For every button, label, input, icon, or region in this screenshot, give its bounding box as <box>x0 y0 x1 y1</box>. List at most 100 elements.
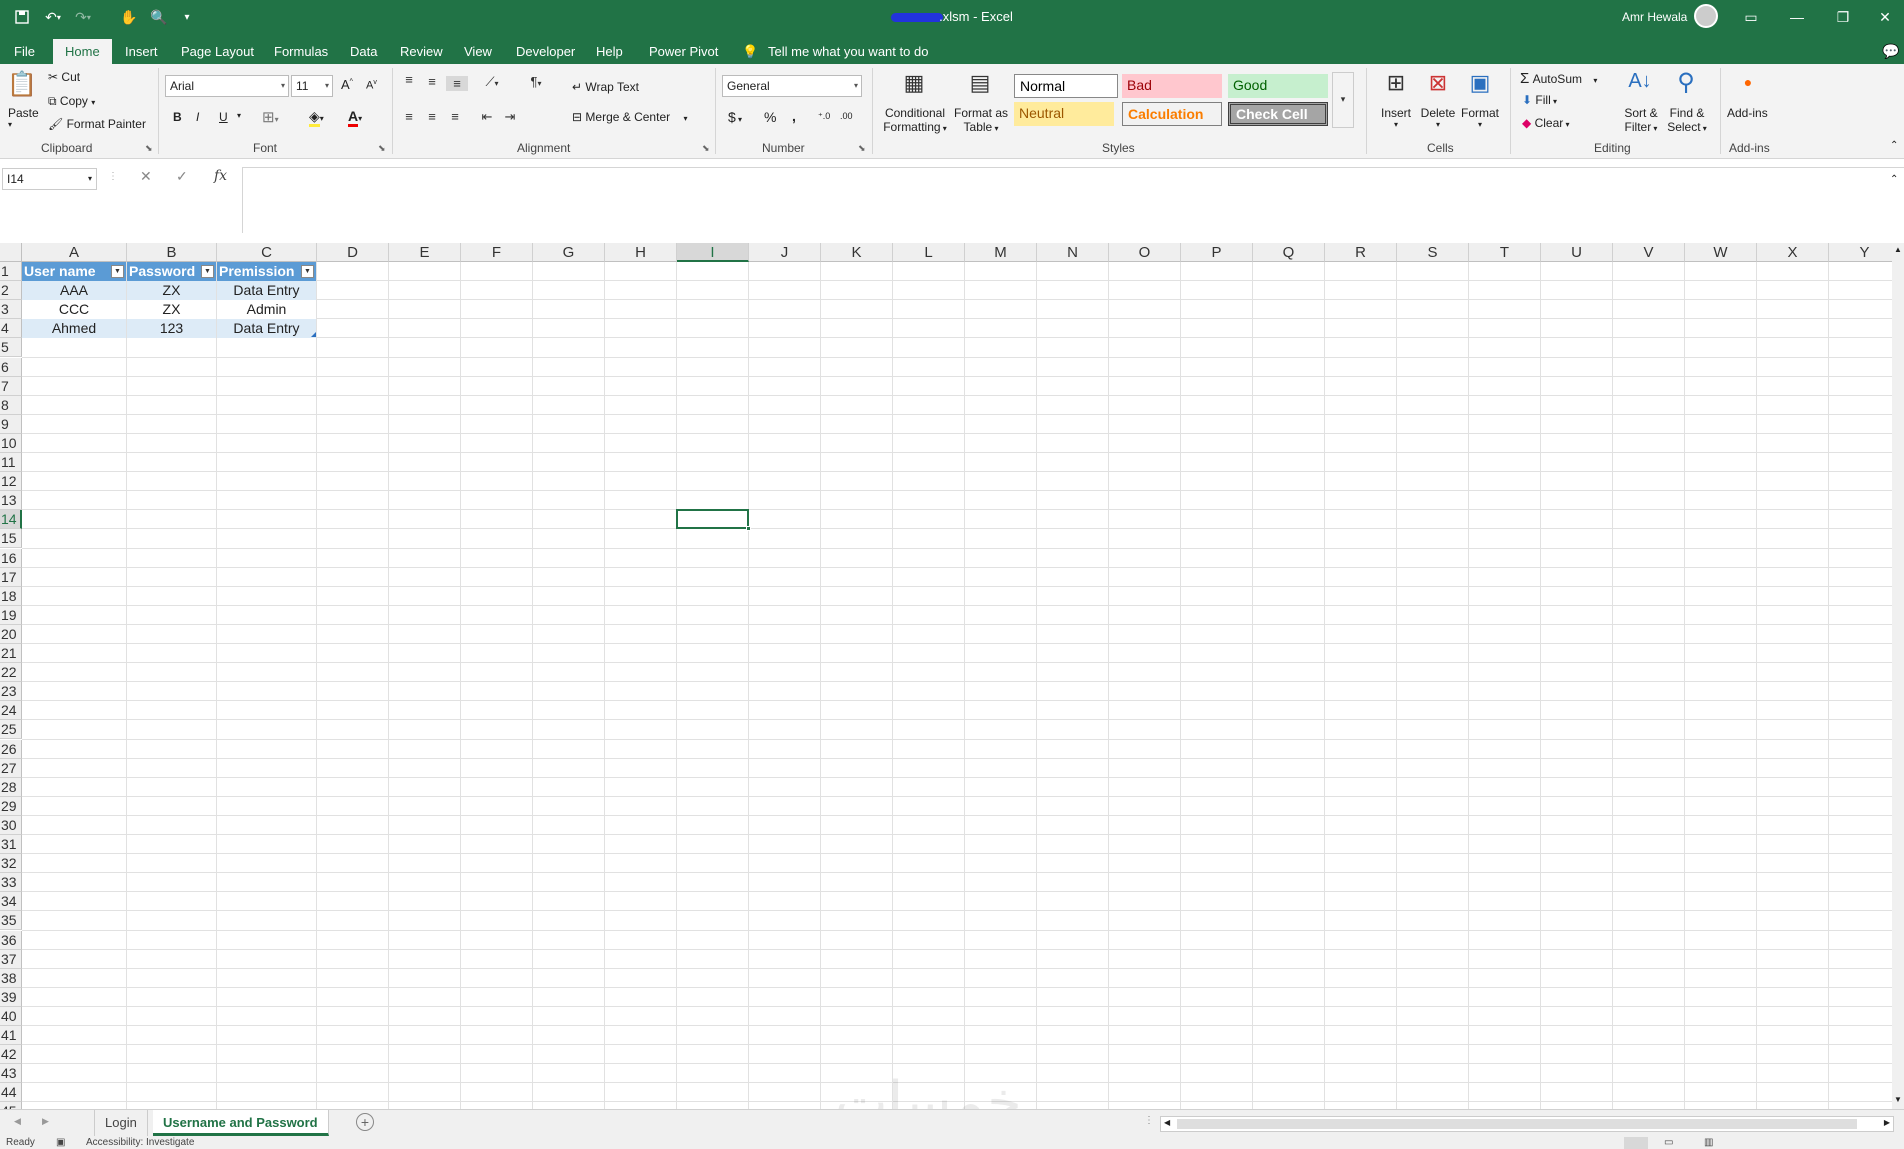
tab-data[interactable]: Data <box>346 39 381 64</box>
table-cell[interactable]: Data Entry <box>217 281 316 301</box>
name-box[interactable]: I14 ▾ <box>2 168 97 190</box>
borders-icon[interactable]: ⊞▾ <box>262 108 279 126</box>
column-header-o[interactable]: O <box>1109 243 1181 262</box>
row-header-19[interactable]: 19 <box>0 605 22 625</box>
currency-button[interactable]: $ ▾ <box>728 109 742 125</box>
percent-button[interactable]: % <box>764 109 776 125</box>
table-cell[interactable]: AAA <box>22 281 126 301</box>
restore-icon[interactable]: ❐ <box>1820 0 1866 34</box>
copy-button[interactable]: ⧉ Copy ▾ <box>48 94 95 109</box>
clear-button[interactable]: ◆ Clear ▾ <box>1522 116 1570 130</box>
normal-view-icon[interactable] <box>1624 1137 1648 1149</box>
row-header-12[interactable]: 12 <box>0 472 22 492</box>
row-header-40[interactable]: 40 <box>0 1006 22 1026</box>
increase-indent-icon[interactable]: ⇥ <box>501 109 519 125</box>
column-header-c[interactable]: C <box>217 243 317 262</box>
select-all-corner[interactable] <box>0 243 22 262</box>
row-header-13[interactable]: 13 <box>0 491 22 511</box>
column-header-u[interactable]: U <box>1541 243 1613 262</box>
tab-split-handle-icon[interactable]: ⋮ <box>1144 1115 1154 1126</box>
comments-icon[interactable]: 💬 <box>1878 39 1903 64</box>
column-header-v[interactable]: V <box>1613 243 1685 262</box>
row-header-33[interactable]: 33 <box>0 873 22 893</box>
row-header-27[interactable]: 27 <box>0 758 22 778</box>
tab-insert[interactable]: Insert <box>121 39 162 64</box>
tab-power-pivot[interactable]: Power Pivot <box>645 39 722 64</box>
row-header-30[interactable]: 30 <box>0 815 22 835</box>
scroll-left-icon[interactable]: ◀ <box>1164 1118 1170 1127</box>
column-header-x[interactable]: X <box>1757 243 1829 262</box>
column-header-k[interactable]: K <box>821 243 893 262</box>
page-break-view-icon[interactable]: ▥ <box>1704 1137 1713 1148</box>
addins-button[interactable]: Add-ins <box>1727 106 1768 120</box>
minimize-icon[interactable]: — <box>1774 0 1820 34</box>
table-cell[interactable]: ZX <box>127 300 216 320</box>
paste-dropdown-icon[interactable]: ▾ <box>8 120 12 129</box>
column-header-s[interactable]: S <box>1397 243 1469 262</box>
row-header-15[interactable]: 15 <box>0 529 22 549</box>
table-cell[interactable]: Admin <box>217 300 316 320</box>
paste-icon[interactable]: 📋 <box>6 70 38 99</box>
fill-button[interactable]: ⬇ Fill ▾ <box>1522 93 1557 107</box>
filter-dropdown-icon[interactable]: ▼ <box>301 265 314 278</box>
find-select-button[interactable]: Find & Select ▾ <box>1664 106 1710 134</box>
autosum-button[interactable]: Σ AutoSum ▾ <box>1520 70 1597 87</box>
column-header-r[interactable]: R <box>1325 243 1397 262</box>
cut-button[interactable]: ✂ Cut <box>48 70 80 84</box>
increase-font-icon[interactable]: A^ <box>341 77 353 92</box>
close-icon[interactable]: ✕ <box>1866 0 1904 34</box>
table-resize-handle[interactable] <box>311 332 316 338</box>
style-check-cell[interactable]: Check Cell <box>1228 102 1328 126</box>
collapse-formula-bar-icon[interactable]: ⌃ <box>1890 174 1898 185</box>
row-header-28[interactable]: 28 <box>0 777 22 797</box>
filter-dropdown-icon[interactable]: ▼ <box>201 265 214 278</box>
align-bottom-icon[interactable]: ≡ <box>446 76 468 91</box>
row-header-8[interactable]: 8 <box>0 395 22 415</box>
increase-decimal-icon[interactable]: ⁺.0 <box>818 111 830 122</box>
row-header-5[interactable]: 5 <box>0 338 22 358</box>
row-header-9[interactable]: 9 <box>0 414 22 434</box>
column-header-p[interactable]: P <box>1181 243 1253 262</box>
font-launcher-icon[interactable]: ⬊ <box>378 143 386 154</box>
row-header-34[interactable]: 34 <box>0 892 22 912</box>
decrease-indent-icon[interactable]: ⇤ <box>478 109 496 125</box>
conditional-formatting-button[interactable]: Conditional Formatting ▾ <box>881 106 949 134</box>
style-normal[interactable]: Normal <box>1014 74 1118 98</box>
row-header-25[interactable]: 25 <box>0 720 22 740</box>
row-header-32[interactable]: 32 <box>0 854 22 874</box>
add-sheet-icon[interactable]: + <box>356 1113 374 1131</box>
delete-cells-button[interactable]: Delete ▾ <box>1420 106 1456 129</box>
align-middle-icon[interactable]: ≡ <box>423 74 441 89</box>
row-header-24[interactable]: 24 <box>0 701 22 721</box>
underline-dropdown-icon[interactable]: ▾ <box>237 111 241 120</box>
fill-handle[interactable] <box>746 526 751 532</box>
ribbon-display-icon[interactable]: ▭ <box>1728 0 1774 34</box>
number-format-select[interactable]: General ▾ <box>722 75 862 97</box>
column-header-j[interactable]: J <box>749 243 821 262</box>
tab-home[interactable]: Home <box>53 39 112 64</box>
column-header-m[interactable]: M <box>965 243 1037 262</box>
page-layout-view-icon[interactable]: ▭ <box>1664 1137 1673 1148</box>
row-header-23[interactable]: 23 <box>0 682 22 702</box>
user-name[interactable]: Amr Hewala <box>1622 10 1687 24</box>
style-good[interactable]: Good <box>1228 74 1328 98</box>
table-cell[interactable]: 123 <box>127 319 216 339</box>
column-header-e[interactable]: E <box>389 243 461 262</box>
row-header-42[interactable]: 42 <box>0 1045 22 1065</box>
row-header-43[interactable]: 43 <box>0 1064 22 1084</box>
tab-help[interactable]: Help <box>592 39 627 64</box>
merge-center-button[interactable]: ⊟ Merge & Center ▾ <box>572 110 687 124</box>
tab-formulas[interactable]: Formulas <box>270 39 332 64</box>
styles-more-icon[interactable]: ▾ <box>1332 72 1354 128</box>
active-cell[interactable] <box>676 509 751 532</box>
row-header-18[interactable]: 18 <box>0 586 22 606</box>
row-header-11[interactable]: 11 <box>0 453 22 472</box>
vertical-scrollbar[interactable]: ▲ ▼ <box>1892 243 1904 1109</box>
table-cell[interactable]: ZX <box>127 281 216 301</box>
accessibility-status[interactable]: Accessibility: Investigate <box>86 1137 194 1148</box>
table-cell[interactable]: CCC <box>22 300 126 320</box>
insert-function-button[interactable]: fx <box>214 168 227 184</box>
scroll-down-icon[interactable]: ▼ <box>1894 1095 1902 1104</box>
format-as-table-button[interactable]: Format as Table ▾ <box>952 106 1010 134</box>
table-header-cell[interactable]: User name ▼ <box>22 262 126 281</box>
